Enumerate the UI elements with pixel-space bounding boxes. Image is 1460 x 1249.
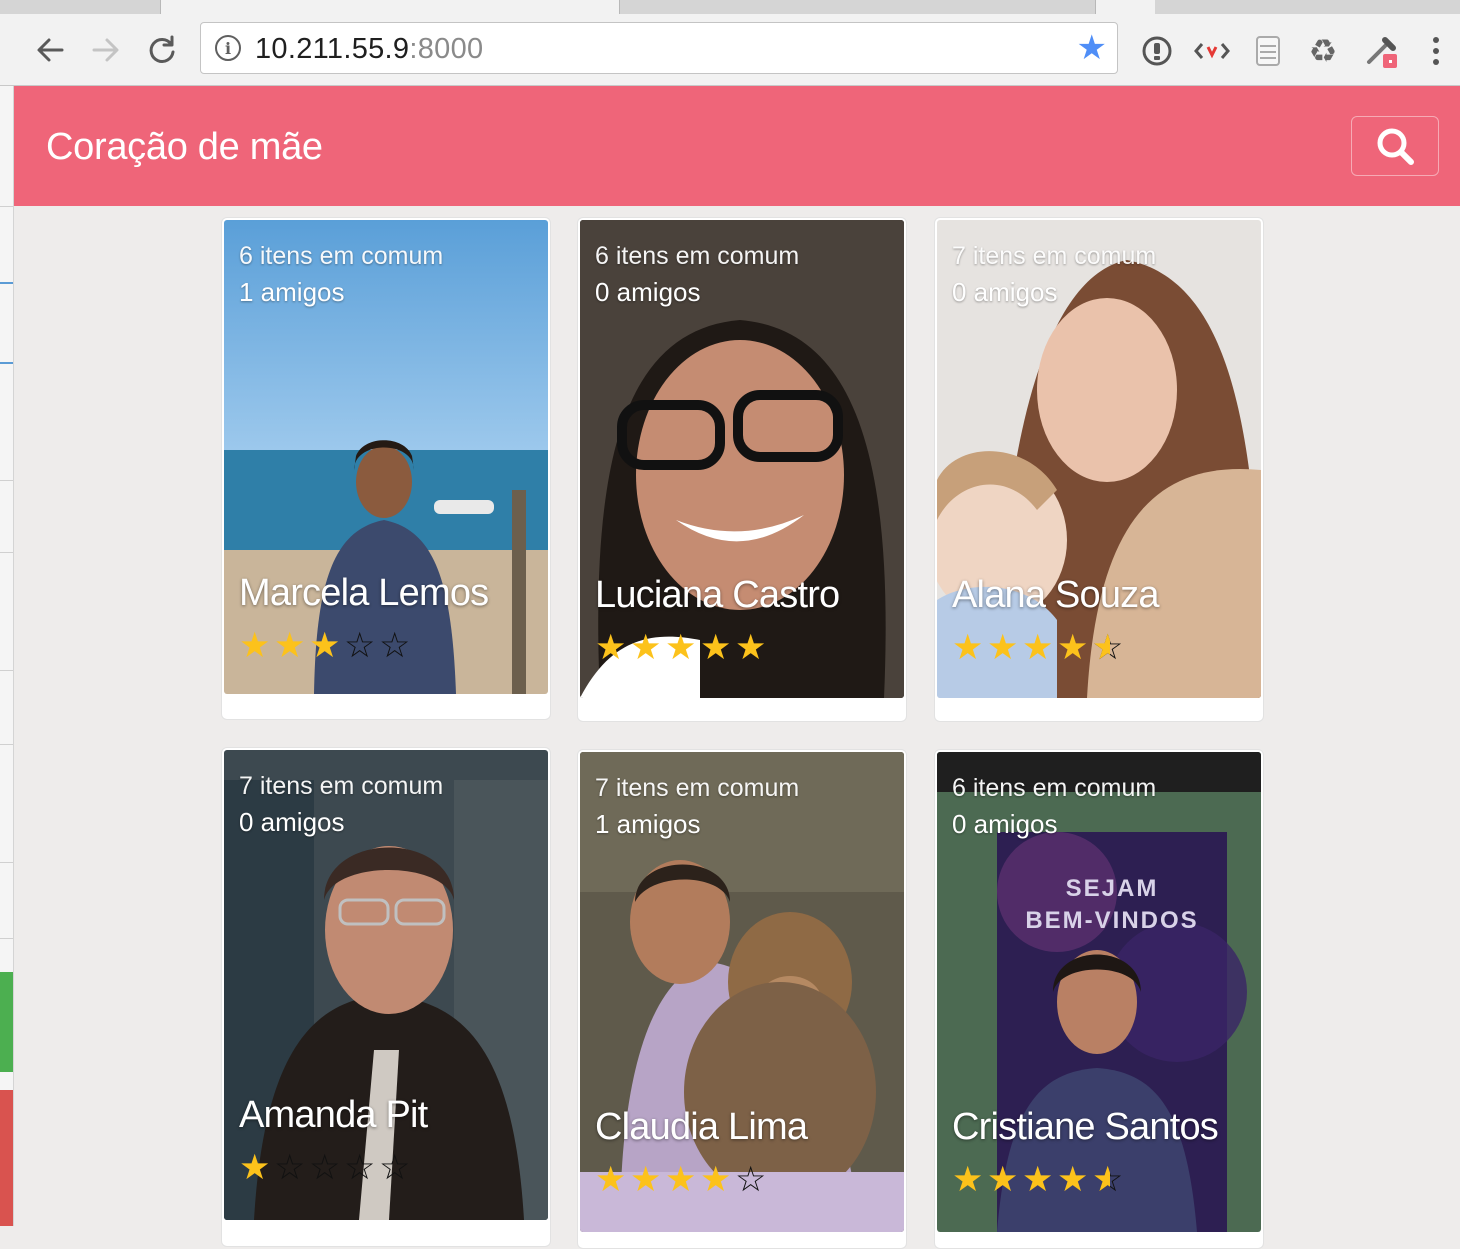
star-icon: ★★ bbox=[1022, 1162, 1054, 1197]
profile-name[interactable]: Marcela Lemos bbox=[239, 572, 489, 615]
browser-toolbar: i 10.211.55.9:8000 ★ ♻ bbox=[0, 14, 1460, 86]
search-button[interactable] bbox=[1351, 116, 1439, 176]
profile-card[interactable]: 7 itens em comum 1 amigos Claudia Lima ★… bbox=[577, 749, 907, 1249]
star-icon: ★★ bbox=[630, 630, 662, 665]
star-icon: ☆★ bbox=[379, 1148, 411, 1187]
app-title[interactable]: Coração de mãe bbox=[46, 126, 323, 169]
profile-card[interactable]: 6 itens em comum 1 amigos Marcela Lemos … bbox=[221, 217, 551, 720]
friends-count: 0 amigos bbox=[595, 277, 701, 307]
star-icon: ★★ bbox=[952, 630, 984, 665]
profile-photo: 7 itens em comum 1 amigos Claudia Lima ★… bbox=[580, 752, 904, 1232]
star-icon: ★★ bbox=[274, 628, 306, 663]
profile-name[interactable]: Amanda Pit bbox=[239, 1094, 428, 1137]
profile-name[interactable]: Alana Souza bbox=[952, 574, 1160, 617]
star-icon: ☆★ bbox=[735, 1160, 767, 1199]
browser-tab-strip bbox=[0, 0, 1460, 14]
star-icon: ☆★ bbox=[344, 626, 376, 665]
profile-name[interactable]: Luciana Castro bbox=[595, 574, 840, 617]
profile-card[interactable]: SEJAM BEM-VINDOS 6 itens em comum 0 amig… bbox=[934, 749, 1264, 1249]
star-icon: ★★ bbox=[987, 1162, 1019, 1197]
profile-card[interactable]: 7 itens em comum 0 amigos Alana Souza ★ ★… bbox=[934, 217, 1264, 722]
profile-name[interactable]: Claudia Lima bbox=[595, 1106, 808, 1149]
star-icon: ★★ bbox=[595, 1162, 627, 1197]
items-in-common: 6 itens em comum bbox=[952, 774, 1157, 802]
star-icon: ☆★ bbox=[344, 1148, 376, 1187]
friends-count: 0 amigos bbox=[239, 807, 345, 837]
url-port: :8000 bbox=[409, 33, 484, 65]
profile-photo: 6 itens em comum 0 amigos Luciana Castro… bbox=[580, 220, 904, 698]
browser-menu-icon[interactable] bbox=[1426, 34, 1446, 68]
star-icon: ☆★ bbox=[379, 626, 411, 665]
friends-count: 0 amigos bbox=[952, 277, 1058, 307]
profile-photo: 7 itens em comum 0 amigos Alana Souza ★ ★… bbox=[937, 220, 1261, 698]
star-icon: ★★ bbox=[665, 1162, 697, 1197]
star-rating: ★★☆★☆★☆★☆★ bbox=[239, 1150, 414, 1185]
profile-photo: 7 itens em comum 0 amigos Amanda Pit ★★☆… bbox=[224, 750, 548, 1220]
address-url: 10.211.55.9:8000 bbox=[255, 33, 483, 66]
profile-card[interactable]: 7 itens em comum 0 amigos Amanda Pit ★★☆… bbox=[221, 747, 551, 1247]
friends-count: 1 amigos bbox=[595, 809, 701, 839]
address-bar[interactable]: i 10.211.55.9:8000 ★ bbox=[200, 22, 1118, 74]
profile-photo: SEJAM BEM-VINDOS 6 itens em comum 0 amig… bbox=[937, 752, 1261, 1232]
star-icon: ☆★ bbox=[309, 1148, 341, 1187]
items-in-common: 7 itens em comum bbox=[952, 242, 1157, 270]
url-host: 10.211.55.9 bbox=[255, 33, 410, 65]
forward-arrow-icon[interactable] bbox=[88, 32, 124, 68]
star-rating: ★★★★★★★★☆★ bbox=[952, 630, 1127, 665]
star-icon: ★★ bbox=[239, 628, 271, 663]
profile-card[interactable]: 6 itens em comum 0 amigos Luciana Castro… bbox=[577, 217, 907, 722]
items-in-common: 6 itens em comum bbox=[595, 242, 800, 270]
back-arrow-icon[interactable] bbox=[32, 32, 68, 68]
star-icon: ★★ bbox=[952, 1162, 984, 1197]
star-icon: ☆★ bbox=[274, 1148, 306, 1187]
extension-storage-icon[interactable] bbox=[1252, 34, 1284, 68]
app-header: Coração de mãe bbox=[14, 86, 1460, 206]
svg-text:BEM-VINDOS: BEM-VINDOS bbox=[1025, 907, 1198, 934]
star-icon: ★★ bbox=[735, 630, 767, 665]
star-rating: ★★★★★★★★☆★ bbox=[595, 1162, 770, 1197]
search-icon bbox=[1377, 128, 1414, 165]
star-icon: ★★ bbox=[239, 1150, 271, 1185]
star-icon: ★★ bbox=[1057, 630, 1089, 665]
star-icon: ☆★ bbox=[1092, 628, 1124, 667]
extension-code-icon[interactable] bbox=[1192, 34, 1232, 68]
site-info-icon[interactable]: i bbox=[215, 35, 241, 61]
items-in-common: 7 itens em comum bbox=[239, 772, 444, 800]
browser-tab-new[interactable] bbox=[1095, 0, 1155, 14]
extension-alert-icon[interactable] bbox=[1140, 34, 1174, 68]
star-icon: ★★ bbox=[595, 630, 627, 665]
background-window-sliver bbox=[0, 86, 14, 1226]
star-rating: ★★★★★★☆★☆★ bbox=[239, 628, 414, 663]
star-icon: ★★ bbox=[1022, 630, 1054, 665]
items-in-common: 6 itens em comum bbox=[239, 242, 444, 270]
star-rating: ★★★★★★★★☆★ bbox=[952, 1162, 1127, 1197]
star-rating: ★★★★★★★★★★ bbox=[595, 630, 770, 665]
star-icon: ★★ bbox=[1057, 1162, 1089, 1197]
friends-count: 1 amigos bbox=[239, 277, 345, 307]
star-icon: ★★ bbox=[309, 628, 341, 663]
reload-icon[interactable] bbox=[144, 32, 180, 68]
star-icon: ★★ bbox=[665, 630, 697, 665]
star-icon: ★★ bbox=[700, 1162, 732, 1197]
profile-photo: 6 itens em comum 1 amigos Marcela Lemos … bbox=[224, 220, 548, 694]
star-icon: ☆★ bbox=[1092, 1160, 1124, 1199]
items-in-common: 7 itens em comum bbox=[595, 774, 800, 802]
browser-tab-active[interactable] bbox=[160, 0, 620, 14]
friends-count: 0 amigos bbox=[952, 809, 1058, 839]
extension-eyedropper-icon[interactable] bbox=[1362, 34, 1402, 68]
star-icon: ★★ bbox=[987, 630, 1019, 665]
profile-name[interactable]: Cristiane Santos bbox=[952, 1106, 1219, 1149]
star-icon: ★★ bbox=[630, 1162, 662, 1197]
star-icon: ★★ bbox=[700, 630, 732, 665]
svg-text:SEJAM: SEJAM bbox=[1066, 875, 1159, 902]
bookmark-star-icon[interactable]: ★ bbox=[1077, 28, 1107, 68]
extension-recycle-icon[interactable]: ♻ bbox=[1306, 33, 1340, 69]
